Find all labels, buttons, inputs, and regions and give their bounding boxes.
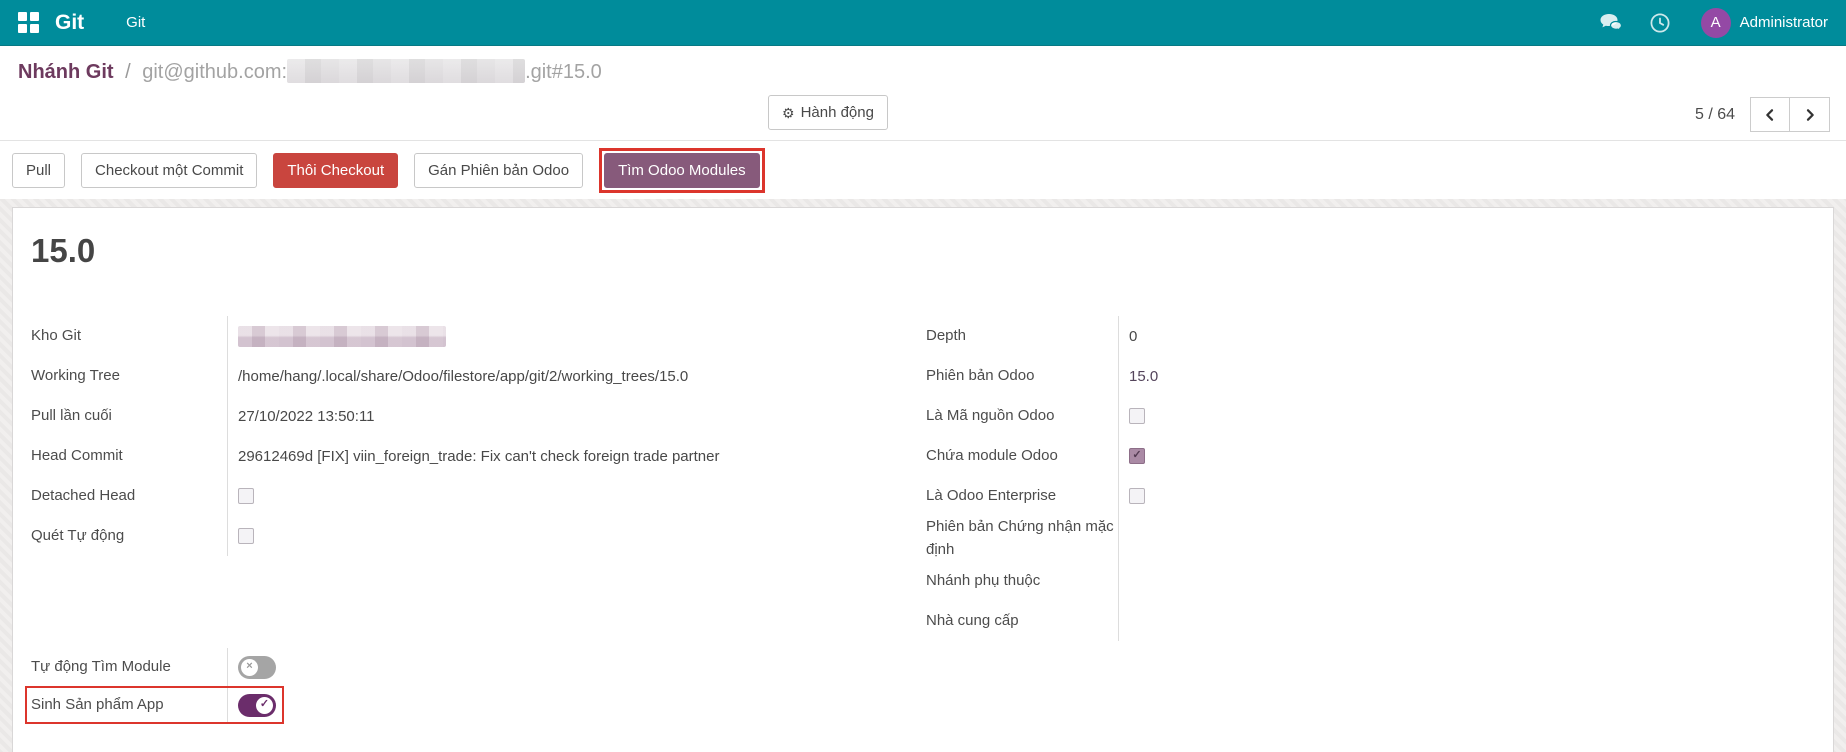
redacted-value: [238, 325, 446, 347]
checkbox[interactable]: ✓: [238, 488, 254, 504]
control-panel: ⚙ Hành động 5 / 64: [0, 88, 1846, 141]
field-value: ✓: [1119, 436, 1393, 476]
field-label: Kho Git: [31, 316, 228, 356]
statusbar-button[interactable]: Pull: [12, 152, 66, 188]
field-text: 29612469d [FIX] viin_foreign_trade: Fix …: [238, 447, 720, 465]
field-value: [1119, 601, 1393, 641]
field-text: 27/10/2022 13:50:11: [238, 407, 375, 425]
field-label: Head Commit: [31, 436, 228, 476]
field-row: Nhà cung cấp: [913, 601, 1393, 641]
field-label: Nhánh phụ thuộc: [913, 561, 1119, 601]
breadcrumb-link-branches[interactable]: Nhánh Git: [18, 61, 114, 83]
field-row: Kho Git: [31, 316, 903, 356]
breadcrumb-separator: /: [125, 61, 131, 83]
field-label: Working Tree: [31, 356, 228, 396]
field-value: [1119, 516, 1393, 561]
field-text: /home/hang/.local/share/Odoo/filestore/a…: [238, 367, 689, 385]
field-value: [1119, 561, 1393, 601]
field-value: 15.0: [1119, 356, 1393, 396]
form-sheet: 15.0 Kho Git Working Tree/home/hang/.loca…: [12, 207, 1834, 752]
checkbox[interactable]: ✓: [1129, 448, 1145, 464]
statusbar-button[interactable]: Thôi Checkout: [273, 152, 399, 188]
field-value: ✓: [1119, 476, 1393, 516]
action-menu-button[interactable]: ⚙ Hành động: [768, 95, 888, 130]
field-value: ✓: [228, 516, 903, 556]
field-label: Depth: [913, 316, 1119, 356]
apps-menu-icon[interactable]: [18, 12, 39, 33]
field-value: /home/hang/.local/share/Odoo/filestore/a…: [228, 356, 903, 396]
field-row: Detached Head ✓: [31, 476, 903, 516]
field-row: Là Odoo Enterprise ✓: [913, 476, 1393, 516]
gear-icon: ⚙: [782, 104, 795, 121]
top-navbar: Git Git A Administrator: [0, 0, 1846, 46]
messages-icon[interactable]: [1599, 12, 1623, 34]
field-text: 0: [1129, 327, 1138, 345]
field-row: Sinh Sản phẩm App ✓: [25, 686, 284, 724]
field-label: Tự động Tìm Module: [31, 648, 228, 686]
field-label: Sinh Sản phẩm App: [31, 688, 228, 722]
field-label: Quét Tự động: [31, 516, 228, 556]
field-text[interactable]: 15.0: [1129, 366, 1158, 387]
field-row: Quét Tự động ✓: [31, 516, 903, 556]
pager-previous-button[interactable]: [1750, 97, 1790, 132]
breadcrumb: Nhánh Git / git@github.com: .git#15.0: [0, 46, 1846, 88]
field-label: Detached Head: [31, 476, 228, 516]
field-label: Nhà cung cấp: [913, 601, 1119, 641]
field-row: Head Commit 29612469d [FIX] viin_foreign_…: [31, 436, 903, 476]
field-value: ✓: [228, 476, 903, 516]
toggle-field-group: Tự động Tìm Module × Sinh Sản phẩm App ✓: [25, 648, 903, 724]
breadcrumb-current-prefix: git@github.com:: [142, 61, 288, 83]
field-value: 27/10/2022 13:50:11: [228, 396, 903, 436]
statusbar-button[interactable]: Tìm Odoo Modules: [604, 152, 760, 188]
field-value: [228, 316, 903, 356]
field-row: Working Tree/home/hang/.local/share/Odoo…: [31, 356, 903, 396]
field-row: Là Mã nguồn Odoo ✓: [913, 396, 1393, 436]
field-label: Phiên bản Odoo: [913, 356, 1119, 396]
toggle-cross-icon: ×: [241, 658, 258, 676]
breadcrumb-current-suffix: .git#15.0: [525, 61, 602, 83]
field-row: Tự động Tìm Module ×: [31, 648, 903, 686]
field-row: Phiên bản Chứng nhận mặc định: [913, 516, 1393, 561]
record-title: 15.0: [31, 232, 96, 269]
field-label: Là Mã nguồn Odoo: [913, 396, 1119, 436]
user-menu[interactable]: Administrator: [1740, 14, 1828, 31]
pager-value: 5 / 64: [1694, 105, 1735, 123]
field-value: 29612469d [FIX] viin_foreign_trade: Fix …: [228, 436, 903, 476]
nav-menu-git[interactable]: Git: [126, 14, 145, 31]
field-row: Chứa module Odoo ✓: [913, 436, 1393, 476]
field-label: Là Odoo Enterprise: [913, 476, 1119, 516]
user-avatar[interactable]: A: [1700, 7, 1731, 38]
field-row: Nhánh phụ thuộc: [913, 561, 1393, 601]
toggle-check-icon: ✓: [256, 696, 273, 714]
breadcrumb-redacted-repo: [287, 59, 526, 83]
field-label: Chứa module Odoo: [913, 436, 1119, 476]
field-value: ✓: [1119, 396, 1393, 436]
annotation-highlight-box: Tìm Odoo Modules: [599, 147, 765, 193]
statusbar-button[interactable]: Gán Phiên bản Odoo: [414, 152, 584, 188]
field-label: Phiên bản Chứng nhận mặc định: [913, 516, 1119, 561]
field-row: Pull lần cuối 27/10/2022 13:50:11: [31, 396, 903, 436]
checkbox[interactable]: ✓: [238, 528, 254, 544]
activities-clock-icon[interactable]: [1649, 12, 1671, 34]
field-row: Depth 0: [913, 316, 1393, 356]
field-label: Pull lần cuối: [31, 396, 228, 436]
toggle-switch[interactable]: ×: [238, 655, 276, 679]
field-row: Phiên bản Odoo 15.0: [913, 356, 1393, 396]
checkbox[interactable]: ✓: [1129, 408, 1145, 424]
app-brand[interactable]: Git: [55, 11, 84, 35]
right-field-group: Depth 0 Phiên bản Odoo 15.0 Là Mã nguồn Odoo…: [913, 316, 1393, 724]
pager: 5 / 64: [1695, 97, 1830, 132]
field-value: ×: [228, 648, 903, 686]
field-value: ✓: [228, 688, 282, 722]
pager-next-button[interactable]: [1790, 97, 1830, 132]
checkbox[interactable]: ✓: [1129, 488, 1145, 504]
left-field-group: Kho Git Working Tree/home/hang/.local/sha…: [31, 316, 903, 556]
statusbar-buttons: Pull Checkout một Commit Thôi Checkout Gán …: [0, 141, 1846, 199]
toggle-switch[interactable]: ✓: [238, 693, 276, 717]
field-value: 0: [1119, 316, 1393, 356]
statusbar-button[interactable]: Checkout một Commit: [81, 152, 258, 188]
content-background: 15.0 Kho Git Working Tree/home/hang/.loca…: [0, 199, 1846, 752]
